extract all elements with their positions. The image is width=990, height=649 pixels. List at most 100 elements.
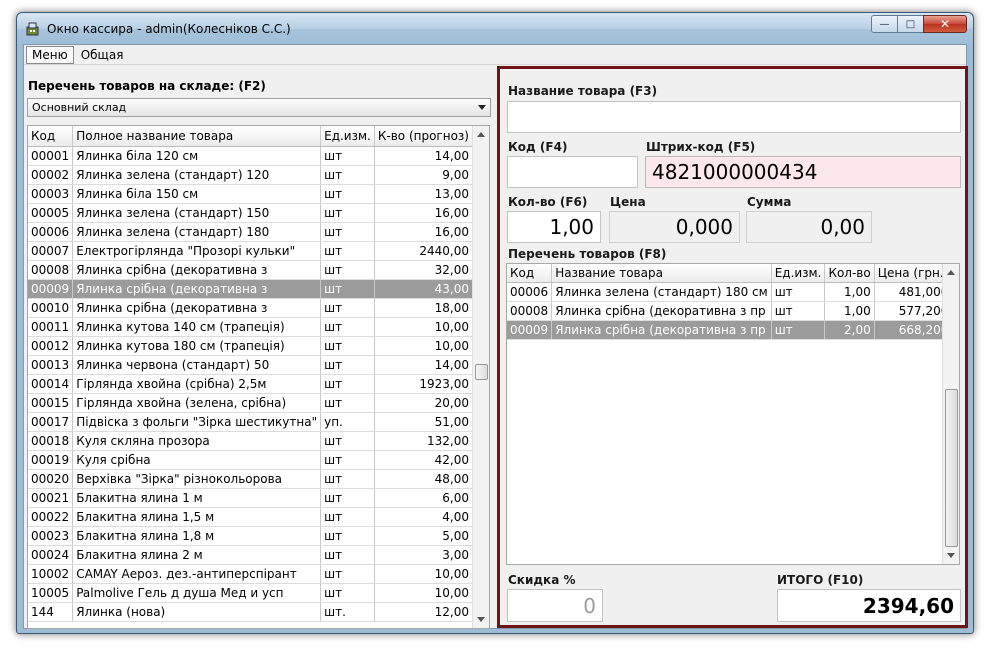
table-cell: шт xyxy=(320,431,375,451)
table-row[interactable]: 00020 Верхівка "Зірка" різнокольорова шт 48… xyxy=(28,469,489,489)
table-row[interactable]: 00001Ялинка біла 120 смшт14,00390,000 xyxy=(28,146,489,166)
scroll-thumb[interactable] xyxy=(475,364,488,380)
order-col-header[interactable]: Код xyxy=(507,264,553,283)
scroll-thumb[interactable] xyxy=(945,389,958,547)
table-cell: шт xyxy=(771,301,826,321)
scroll-down-icon[interactable] xyxy=(477,617,485,622)
stock-col-header[interactable]: К-во (прогноз) xyxy=(374,126,473,147)
table-row[interactable]: 00006 Ялинка зелена (стандарт) 180 см шт 1,… xyxy=(507,282,959,302)
total-field: 2394,60 xyxy=(777,589,961,622)
table-row[interactable]: 00024Блакитна ялина 2 мшт3,001248,000 xyxy=(28,545,489,565)
table-cell: шт xyxy=(320,279,375,299)
table-row[interactable]: 00008 Ялинка срібна (декоративна з пр шт 1,… xyxy=(507,301,959,321)
table-row[interactable]: 00023Блакитна ялина 1,8 мшт5,00962,000 xyxy=(28,526,489,546)
sum-label: Сумма xyxy=(747,195,792,209)
table-cell: 10,00 xyxy=(374,317,473,337)
sale-panel: Название товара (F3) Код (F4) Штрих-код … xyxy=(497,66,968,628)
table-cell: Ялинка червона (стандарт) 50 xyxy=(72,355,322,375)
table-cell: шт xyxy=(320,355,375,375)
menu-bar: Меню Общая xyxy=(24,45,966,65)
table-row[interactable]: 00021Блакитна ялина 1 мшт6,00650,000 xyxy=(28,488,489,508)
title-bar[interactable]: Окно кассира - admin(Колесніков С.С.) — … xyxy=(17,13,973,45)
order-col-header[interactable]: Название товара xyxy=(551,264,772,283)
table-cell: 14,00 xyxy=(374,146,473,166)
stock-grid[interactable]: Код Полное название товара Ед.изм. К-во (пр… xyxy=(27,125,490,629)
stock-col-header[interactable]: Полное название товара xyxy=(72,126,322,147)
table-row[interactable]: 00018Куля скляна прозорашт132,007,020 xyxy=(28,431,489,451)
minimize-icon[interactable]: — xyxy=(871,15,898,33)
table-row[interactable]: 144Ялинка (нова)шт.12,0071,500 xyxy=(28,602,489,622)
table-row[interactable]: 00014 Гірлянда хвойна (срібна) 2,5м шт 1923… xyxy=(28,374,489,394)
table-row[interactable]: 00013 Ялинка червона (стандарт) 50 шт 14,00… xyxy=(28,355,489,375)
qty-field[interactable]: 1,00 xyxy=(507,211,601,243)
table-row[interactable]: 00017 Підвіска з фольги "Зірка шестикутна… xyxy=(28,412,489,432)
table-row[interactable]: 00010 Ялинка срібна (декоративна з шт 18,00… xyxy=(28,298,489,318)
table-row[interactable]: 00005 Ялинка зелена (стандарт) 150 шт 16,00… xyxy=(28,203,489,223)
table-row[interactable]: 00008 Ялинка срібна (декоративна з шт 32,00… xyxy=(28,260,489,280)
table-cell: шт xyxy=(771,320,826,340)
table-row[interactable]: 00012 Ялинка кутова 180 см (трапеція) шт 10… xyxy=(28,336,489,356)
table-cell: 00006 xyxy=(28,222,74,242)
table-cell: Ялинка біла 120 см xyxy=(72,146,322,166)
code-label: Код (F4) xyxy=(508,140,568,154)
scroll-down-icon[interactable] xyxy=(947,553,955,558)
table-cell: 577,200 xyxy=(874,301,953,321)
scroll-up-icon[interactable] xyxy=(947,270,955,275)
table-row[interactable]: 00022Блакитна ялина 1,5 мшт4,00806,000 xyxy=(28,507,489,527)
table-cell: 51,00 xyxy=(374,412,473,432)
table-row[interactable]: 10002 CAMAY Aероз. дез.-антиперспірант шт 1… xyxy=(28,564,489,584)
table-cell: 1923,00 xyxy=(374,374,473,394)
menu-item-main[interactable]: Меню xyxy=(26,45,74,64)
table-cell: шт xyxy=(320,298,375,318)
table-cell: 2440,00 xyxy=(374,241,473,261)
table-row[interactable]: 10005 Palmolive Гель д душа Мед и усп шт 10… xyxy=(28,583,489,603)
order-header-row: Код Название товара Ед.изм. Кол-во Цена (грн… xyxy=(507,264,959,283)
table-cell: Ялинка біла 150 см xyxy=(72,184,322,204)
table-cell: Куля срібна xyxy=(72,450,322,470)
price-field: 0,000 xyxy=(609,211,740,243)
table-cell: шт xyxy=(320,203,375,223)
order-col-header[interactable]: Ед.изм. xyxy=(771,264,826,283)
stock-col-header[interactable]: Ед.изм. xyxy=(320,126,375,147)
product-name-field[interactable] xyxy=(507,101,961,133)
table-cell: шт. xyxy=(320,602,375,622)
table-cell: шт xyxy=(320,393,375,413)
menu-item-general[interactable]: Общая xyxy=(76,47,129,63)
table-cell: шт xyxy=(320,374,375,394)
stock-scrollbar[interactable] xyxy=(472,126,489,628)
warehouse-select[interactable]: Основний склад xyxy=(27,98,491,117)
barcode-field[interactable]: 4821000000434 xyxy=(645,156,961,188)
stock-col-header[interactable]: Код xyxy=(28,126,74,147)
close-icon[interactable]: ✕ xyxy=(923,15,967,33)
order-col-header[interactable]: Кол-во xyxy=(824,264,875,283)
table-row[interactable]: 00002Ялинка зелена (стандарт) 120шт9,003… xyxy=(28,165,489,185)
table-cell: Ялинка кутова 180 см (трапеція) xyxy=(72,336,322,356)
maximize-icon[interactable]: □ xyxy=(897,15,924,33)
total-label: ИТОГО (F10) xyxy=(777,573,864,587)
table-cell: 10002 xyxy=(28,564,74,584)
order-scrollbar[interactable] xyxy=(942,264,959,564)
table-row[interactable]: 00009 Ялинка срібна (декоративна з шт 43,00… xyxy=(28,279,489,299)
table-cell: 00005 xyxy=(28,203,74,223)
code-field[interactable] xyxy=(507,156,638,188)
order-col-header[interactable]: Цена (грн.) xyxy=(874,264,953,283)
table-cell: CAMAY Aероз. дез.-антиперспірант xyxy=(72,564,322,584)
table-cell: шт xyxy=(320,165,375,185)
app-icon xyxy=(26,22,39,36)
table-row[interactable]: 00007 Електрогірлянда "Прозорі кульки" шт 2… xyxy=(28,241,489,261)
discount-field[interactable]: 0 xyxy=(507,589,603,622)
scroll-up-icon[interactable] xyxy=(477,132,485,137)
table-row[interactable]: 00011 Ялинка кутова 140 см (трапеція) шт 10… xyxy=(28,317,489,337)
table-cell: 4,00 xyxy=(374,507,473,527)
table-row[interactable]: 00006 Ялинка зелена (стандарт) 180 шт 16,00… xyxy=(28,222,489,242)
table-row[interactable]: 00019Куля срібнашт42,007,800 xyxy=(28,450,489,470)
table-row[interactable]: 00003Ялинка біла 150 смшт13,00468,000 xyxy=(28,184,489,204)
table-cell: 00001 xyxy=(28,146,74,166)
table-row[interactable]: 00009 Ялинка срібна (декоративна з пр шт 2,… xyxy=(507,320,959,340)
table-cell: 00022 xyxy=(28,507,74,527)
order-grid[interactable]: Код Название товара Ед.изм. Кол-во Цена (грн… xyxy=(506,263,960,565)
table-row[interactable]: 00015 Гірлянда хвойна (зелена, срібна) шт 2… xyxy=(28,393,489,413)
table-cell: шт xyxy=(320,336,375,356)
barcode-label: Штрих-код (F5) xyxy=(646,140,756,154)
table-cell: Підвіска з фольги "Зірка шестикутна" xyxy=(72,412,322,432)
